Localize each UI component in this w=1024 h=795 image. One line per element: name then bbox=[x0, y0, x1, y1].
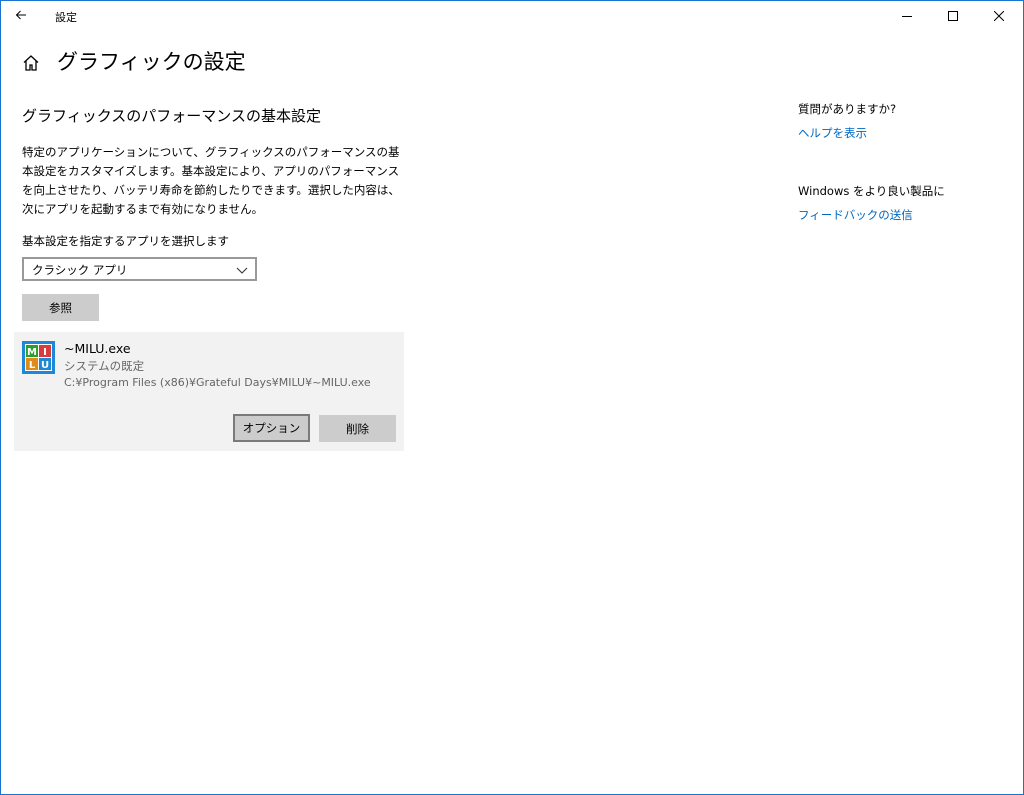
minimize-button[interactable] bbox=[884, 1, 930, 31]
back-arrow-icon bbox=[15, 10, 26, 20]
chevron-down-icon bbox=[236, 267, 248, 274]
close-icon bbox=[994, 11, 1004, 21]
window-title: 設定 bbox=[55, 11, 77, 24]
section-title: グラフィックスのパフォーマンスの基本設定 bbox=[22, 107, 321, 125]
home-icon bbox=[23, 55, 39, 71]
icon-letter-l: L bbox=[29, 360, 36, 371]
app-name: ~MILU.exe bbox=[64, 341, 131, 356]
app-type-select-label: 基本設定を指定するアプリを選択します bbox=[22, 234, 229, 248]
back-button[interactable] bbox=[7, 3, 35, 27]
minimize-icon bbox=[902, 16, 912, 17]
settings-window: 設定 グラフィックの設定 グラフィックスのパフォーマンスの基本設定 特定のアプリ… bbox=[0, 0, 1024, 795]
title-bar: 設定 bbox=[1, 1, 1023, 31]
icon-letter-u: U bbox=[41, 360, 49, 371]
maximize-icon bbox=[948, 11, 958, 21]
section-description: 特定のアプリケーションについて、グラフィックスのパフォーマンスの基本設定をカスタ… bbox=[22, 145, 400, 216]
app-type-dropdown[interactable]: クラシック アプリ bbox=[22, 257, 257, 281]
feedback-heading: Windows をより良い製品に bbox=[798, 184, 945, 198]
app-graphics-setting: システムの既定 bbox=[64, 359, 145, 373]
maximize-button[interactable] bbox=[930, 1, 976, 31]
app-path: C:¥Program Files (x86)¥Grateful Days¥MIL… bbox=[64, 376, 371, 389]
get-help-link[interactable]: ヘルプを表示 bbox=[798, 125, 867, 141]
home-button[interactable] bbox=[21, 53, 41, 73]
dropdown-selected-value: クラシック アプリ bbox=[32, 263, 128, 277]
help-question: 質問がありますか? bbox=[798, 102, 897, 116]
page-title: グラフィックの設定 bbox=[57, 50, 246, 74]
remove-button[interactable]: 削除 bbox=[319, 415, 396, 442]
options-button[interactable]: オプション bbox=[233, 414, 310, 442]
icon-letter-m: M bbox=[27, 347, 37, 358]
icon-letter-i: I bbox=[43, 347, 47, 358]
milu-app-icon: M I L U bbox=[22, 341, 55, 374]
app-list-item[interactable]: M I L U ~MILU.exe システムの既定 C:¥Program Fil… bbox=[14, 332, 404, 451]
close-button[interactable] bbox=[976, 1, 1022, 31]
browse-button[interactable]: 参照 bbox=[22, 294, 99, 321]
give-feedback-link[interactable]: フィードバックの送信 bbox=[798, 207, 913, 223]
